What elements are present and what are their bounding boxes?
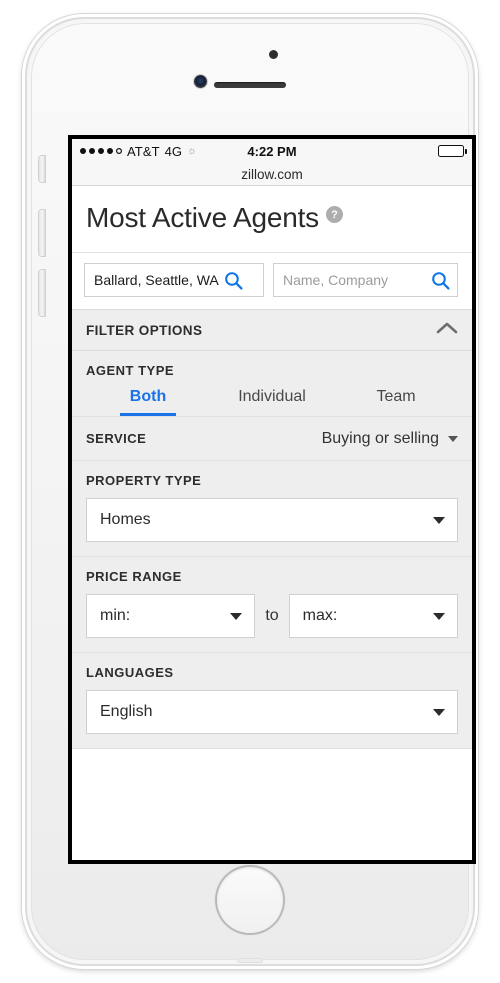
earpiece-speaker (214, 82, 286, 88)
price-max-select[interactable]: max: (289, 594, 458, 638)
property-type-select[interactable]: Homes (86, 498, 458, 542)
volume-down-button[interactable] (39, 270, 45, 316)
volume-up-button[interactable] (39, 210, 45, 256)
filter-options-toggle[interactable]: FILTER OPTIONS (72, 309, 472, 351)
languages-label: LANGUAGES (86, 665, 458, 680)
property-type-section: PROPERTY TYPE Homes (72, 461, 472, 557)
languages-section: LANGUAGES English (72, 653, 472, 749)
tab-team-label: Team (376, 388, 415, 405)
signal-dot-empty (116, 148, 122, 154)
property-type-value: Homes (100, 511, 151, 529)
languages-value: English (100, 703, 152, 721)
signal-dot (89, 148, 95, 154)
silent-switch-button[interactable] (39, 156, 45, 182)
price-min-value: min: (100, 607, 130, 625)
price-range-label: PRICE RANGE (86, 569, 458, 584)
clock-label: 4:22 PM (247, 144, 296, 159)
chevron-down-icon[interactable] (230, 613, 242, 620)
chevron-down-icon[interactable] (433, 517, 445, 524)
status-bar-left: AT&T 4G ☼ (80, 144, 197, 159)
search-icon[interactable] (224, 271, 243, 290)
service-value: Buying or selling (322, 430, 439, 448)
status-bar-right: ᚝ (432, 144, 464, 159)
filter-options-label: FILTER OPTIONS (86, 323, 202, 338)
signal-dot (107, 148, 113, 154)
price-range-row: min: to max: (86, 594, 458, 638)
price-range-section: PRICE RANGE min: to max: (72, 557, 472, 653)
name-company-search-input[interactable]: Name, Company (273, 263, 458, 297)
screen-content: AT&T 4G ☼ 4:22 PM ᚝ zillow.com (72, 139, 472, 860)
bottom-speaker (237, 958, 263, 963)
iphone-device-frame: AT&T 4G ☼ 4:22 PM ᚝ zillow.com (22, 14, 478, 969)
chevron-down-icon[interactable] (433, 709, 445, 716)
search-row: Ballard, Seattle, WA Name, Company (72, 253, 472, 309)
search-icon[interactable] (431, 271, 450, 290)
name-company-placeholder: Name, Company (283, 272, 426, 288)
chevron-up-icon[interactable] (436, 321, 458, 340)
service-label: SERVICE (86, 431, 146, 446)
proximity-sensor-icon (269, 50, 278, 59)
spinner-icon: ☼ (187, 145, 197, 157)
phone-screen: AT&T 4G ☼ 4:22 PM ᚝ zillow.com (68, 135, 476, 864)
tab-team[interactable]: Team (334, 388, 458, 416)
carrier-label: AT&T (127, 144, 160, 159)
price-min-select[interactable]: min: (86, 594, 255, 638)
tab-individual-label: Individual (238, 388, 306, 405)
page-title: Most Active Agents (86, 202, 319, 234)
chevron-down-icon[interactable] (448, 436, 458, 442)
agent-type-section: AGENT TYPE Both Individual Team (72, 351, 472, 417)
agent-type-label: AGENT TYPE (86, 363, 458, 378)
status-bar: AT&T 4G ☼ 4:22 PM ᚝ (72, 139, 472, 163)
price-range-separator: to (265, 607, 278, 625)
screenshot-stage: AT&T 4G ☼ 4:22 PM ᚝ zillow.com (0, 0, 500, 983)
location-search-input[interactable]: Ballard, Seattle, WA (84, 263, 264, 297)
agent-type-tabs: Both Individual Team (86, 388, 458, 416)
network-type-label: 4G (165, 144, 182, 159)
battery-full-icon (438, 145, 464, 157)
service-value-group[interactable]: Buying or selling (322, 430, 458, 448)
signal-dot (80, 148, 86, 154)
page-header: Most Active Agents ? (72, 186, 472, 253)
languages-select[interactable]: English (86, 690, 458, 734)
signal-strength-icon (80, 148, 122, 154)
chevron-down-icon[interactable] (433, 613, 445, 620)
front-camera-icon (194, 75, 207, 88)
price-max-value: max: (303, 607, 338, 625)
property-type-label: PROPERTY TYPE (86, 473, 458, 488)
service-row[interactable]: SERVICE Buying or selling (72, 417, 472, 461)
url-text: zillow.com (241, 167, 303, 182)
help-icon[interactable]: ? (326, 206, 343, 223)
browser-url-bar[interactable]: zillow.com (72, 163, 472, 186)
location-search-value: Ballard, Seattle, WA (94, 272, 219, 288)
tab-both-label: Both (130, 388, 166, 405)
tab-individual[interactable]: Individual (210, 388, 334, 416)
home-button[interactable] (217, 867, 283, 933)
tab-both[interactable]: Both (86, 388, 210, 416)
signal-dot (98, 148, 104, 154)
